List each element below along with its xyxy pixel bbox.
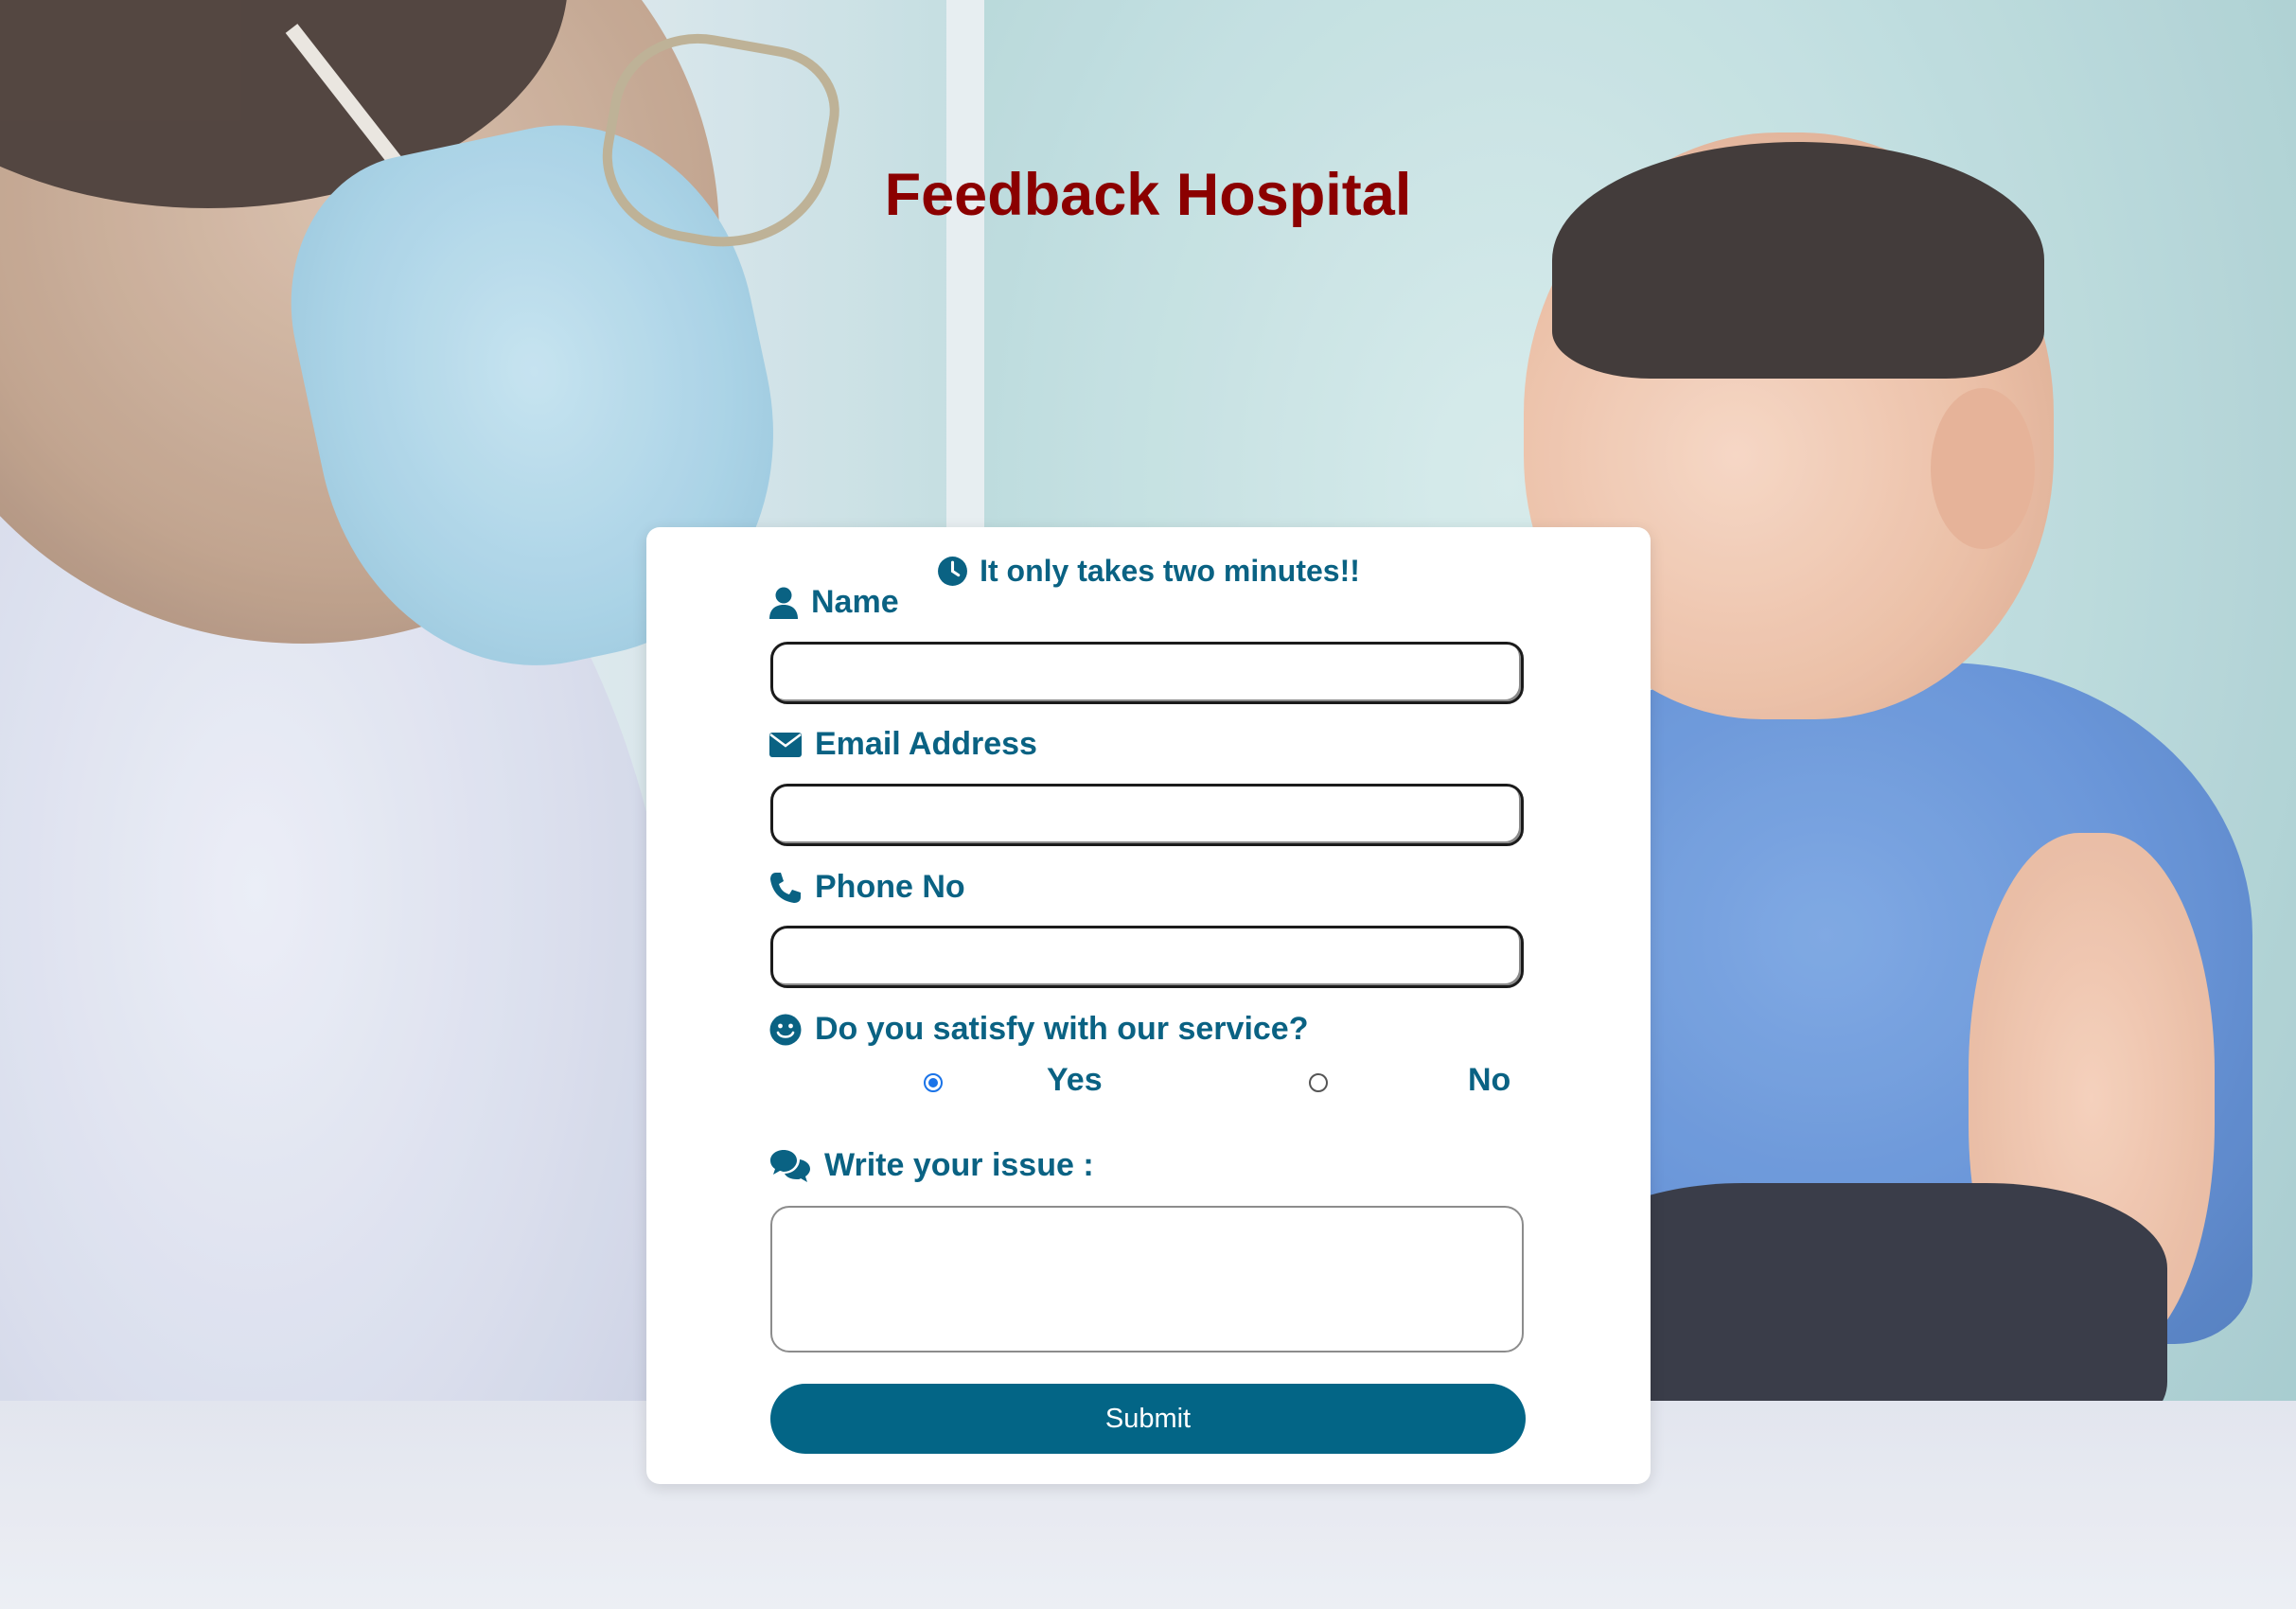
phone-input[interactable] bbox=[770, 926, 1524, 988]
satisfaction-label: Do you satisfy with our service? bbox=[769, 1011, 1308, 1048]
name-label-text: Name bbox=[811, 584, 899, 620]
satisfaction-question-text: Do you satisfy with our service? bbox=[815, 1011, 1309, 1047]
no-radio[interactable] bbox=[1309, 1073, 1328, 1092]
satisfaction-options: Yes No bbox=[769, 1062, 1527, 1109]
issue-label: Write your issue : bbox=[769, 1147, 1094, 1184]
name-input[interactable] bbox=[770, 642, 1524, 704]
feedback-form: It only takes two minutes!! Name Email A… bbox=[646, 527, 1651, 1484]
email-label-text: Email Address bbox=[815, 726, 1037, 762]
smile-icon bbox=[769, 1014, 802, 1046]
no-radio-label[interactable]: No bbox=[1468, 1062, 1510, 1099]
email-input[interactable] bbox=[770, 784, 1524, 846]
phone-icon bbox=[769, 872, 802, 904]
tagline-text: It only takes two minutes!! bbox=[980, 554, 1360, 588]
phone-label-text: Phone No bbox=[815, 869, 965, 905]
name-label: Name bbox=[769, 584, 899, 621]
clock-icon bbox=[937, 556, 968, 594]
yes-radio[interactable] bbox=[924, 1073, 943, 1092]
page-title: Feedback Hospital bbox=[884, 162, 1412, 228]
yes-radio-label[interactable]: Yes bbox=[1047, 1062, 1103, 1099]
email-label: Email Address bbox=[769, 726, 1037, 763]
submit-button[interactable]: Submit bbox=[770, 1384, 1526, 1454]
phone-label: Phone No bbox=[769, 869, 965, 906]
issue-label-text: Write your issue : bbox=[824, 1147, 1094, 1183]
issue-textarea[interactable] bbox=[770, 1206, 1524, 1353]
user-icon bbox=[769, 587, 798, 619]
envelope-icon bbox=[769, 732, 802, 757]
comments-icon bbox=[769, 1149, 811, 1183]
